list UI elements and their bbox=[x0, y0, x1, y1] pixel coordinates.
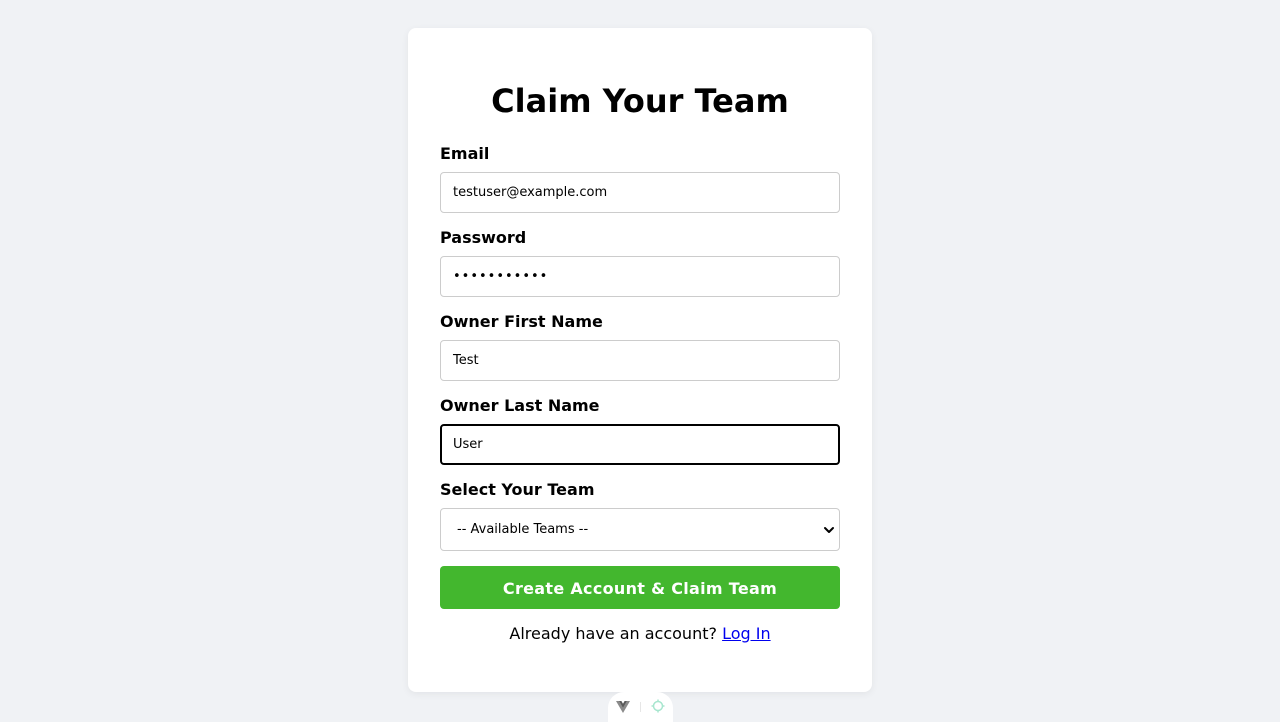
team-label: Select Your Team bbox=[440, 480, 595, 499]
team-select[interactable]: -- Available Teams -- bbox=[440, 508, 840, 551]
team-group: Select Your Team -- Available Teams -- bbox=[440, 480, 840, 551]
login-link[interactable]: Log In bbox=[722, 624, 771, 643]
last-name-group: Owner Last Name User bbox=[440, 396, 840, 465]
inspector-target-icon[interactable] bbox=[651, 698, 665, 717]
page-title: Claim Your Team bbox=[491, 82, 789, 120]
claim-team-card: Claim Your Team Email testuser@example.c… bbox=[408, 28, 872, 692]
first-name-group: Owner First Name Test bbox=[440, 312, 840, 381]
first-name-label: Owner First Name bbox=[440, 312, 603, 331]
last-name-label: Owner Last Name bbox=[440, 396, 600, 415]
first-name-field[interactable]: Test bbox=[440, 340, 840, 381]
vue-logo-icon[interactable] bbox=[616, 698, 630, 717]
password-field[interactable]: ••••••••••• bbox=[440, 256, 840, 297]
login-prompt: Already have an account? Log In bbox=[408, 624, 872, 644]
password-group: Password ••••••••••• bbox=[440, 228, 840, 297]
password-label: Password bbox=[440, 228, 527, 247]
devtools-divider bbox=[640, 702, 641, 712]
login-prompt-text: Already have an account? bbox=[509, 624, 717, 643]
chevron-down-icon bbox=[823, 524, 835, 536]
email-field[interactable]: testuser@example.com bbox=[440, 172, 840, 213]
devtools-toggle[interactable] bbox=[608, 692, 673, 722]
create-account-button[interactable]: Create Account & Claim Team bbox=[440, 566, 840, 609]
email-group: Email testuser@example.com bbox=[440, 144, 840, 213]
last-name-field[interactable]: User bbox=[440, 424, 840, 465]
team-select-value: -- Available Teams -- bbox=[457, 522, 589, 537]
email-label: Email bbox=[440, 144, 490, 163]
